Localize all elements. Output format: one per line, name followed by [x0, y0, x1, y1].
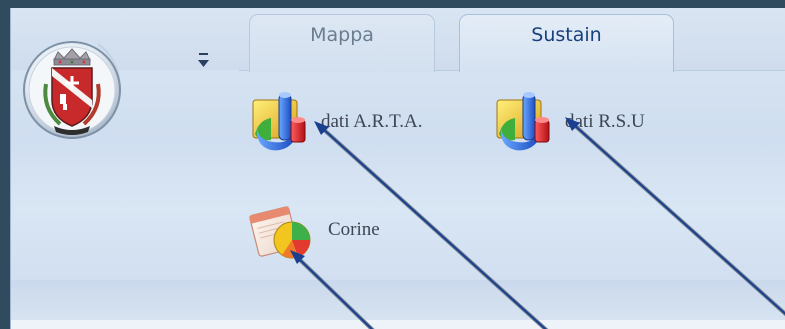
application-button[interactable] — [20, 38, 130, 148]
ribbon-group-caption-area — [11, 280, 785, 320]
quick-access-customize-button[interactable] — [196, 52, 212, 70]
dati-arta-label: dati A.R.T.A. — [321, 111, 423, 132]
dati-rsu-button[interactable]: dati R.S.U — [493, 90, 645, 154]
tab-mappa-label: Mappa — [310, 24, 374, 46]
dati-arta-button[interactable]: dati A.R.T.A. — [249, 90, 423, 154]
tab-mappa[interactable]: Mappa — [249, 14, 435, 72]
corine-button[interactable]: Corine — [246, 198, 380, 262]
tab-sustain[interactable]: Sustain — [459, 14, 674, 72]
dati-rsu-label: dati R.S.U — [565, 111, 645, 132]
pie-chart-report-icon — [249, 206, 311, 259]
chevron-down-icon — [198, 53, 209, 67]
chart-icon — [496, 92, 550, 151]
tab-sustain-label: Sustain — [531, 24, 602, 46]
city-crest-icon — [23, 41, 121, 139]
screenshot-canvas: Mappa Sustain dati A.R.T.A. dati R.S.U C… — [0, 0, 785, 329]
ribbon-bottom-edge — [11, 320, 785, 329]
chart-icon — [252, 92, 306, 151]
corine-label: Corine — [328, 219, 380, 240]
